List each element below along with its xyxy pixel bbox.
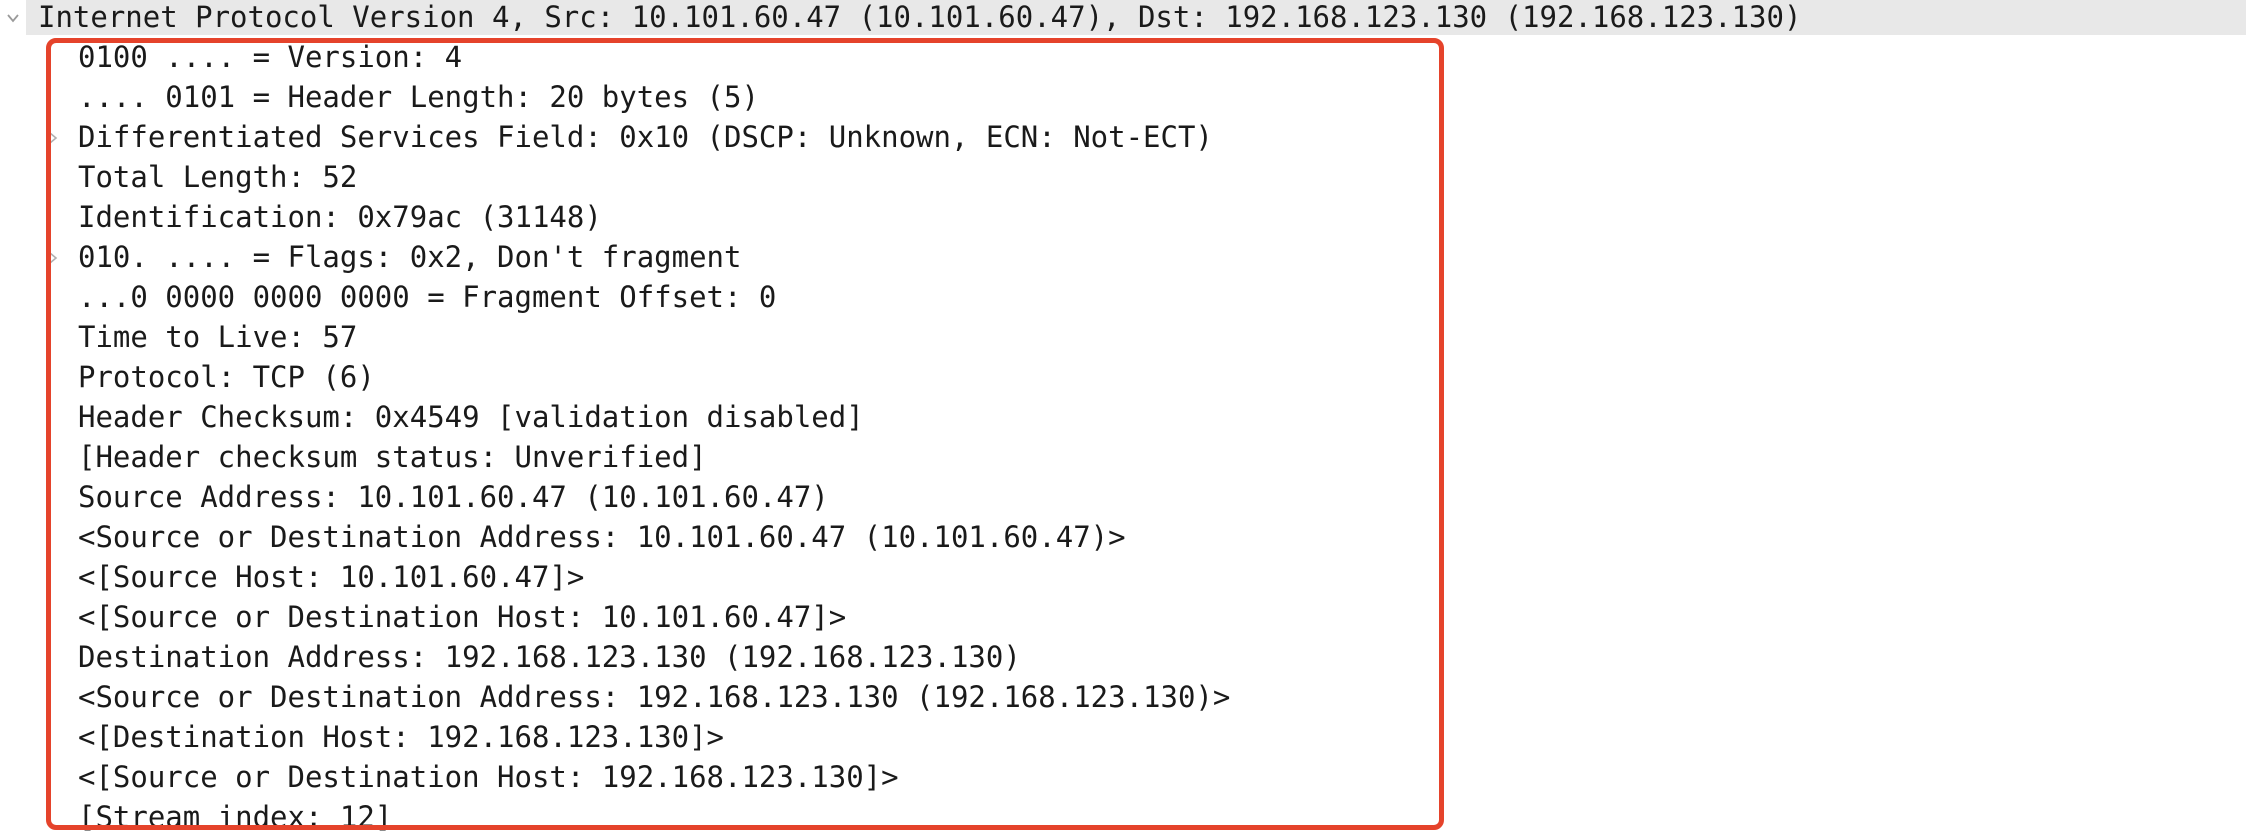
tree-field-row[interactable]: Total Length: 52 (0, 160, 2246, 200)
tree-field-label: Identification: 0x79ac (31148) (78, 200, 602, 234)
tree-field-label: <[Source or Destination Host: 192.168.12… (78, 760, 899, 794)
tree-field-label: <[Source or Destination Host: 10.101.60.… (78, 600, 847, 634)
tree-field-label: Protocol: TCP (6) (78, 360, 375, 394)
tree-field-row[interactable]: <[Source or Destination Host: 192.168.12… (0, 760, 2246, 800)
tree-field-row[interactable]: 0100 .... = Version: 4 (0, 40, 2246, 80)
tree-field-row[interactable]: .... 0101 = Header Length: 20 bytes (5) (0, 80, 2246, 120)
tree-field-row[interactable]: <Source or Destination Address: 192.168.… (0, 680, 2246, 720)
chevron-right-icon[interactable] (46, 249, 60, 267)
tree-field-row[interactable]: Header Checksum: 0x4549 [validation disa… (0, 400, 2246, 440)
tree-field-label: ...0 0000 0000 0000 = Fragment Offset: 0 (78, 280, 777, 314)
tree-field-label: <[Destination Host: 192.168.123.130]> (78, 720, 725, 754)
chevron-down-icon[interactable] (0, 0, 26, 35)
ipv4-field-list: 0100 .... = Version: 4 .... 0101 = Header… (0, 40, 2246, 840)
tree-field-label: .... 0101 = Header Length: 20 bytes (5) (78, 80, 759, 114)
tree-field-row[interactable]: <Source or Destination Address: 10.101.6… (0, 520, 2246, 560)
tree-field-label: Time to Live: 57 (78, 320, 358, 354)
tree-field-label: 0100 .... = Version: 4 (78, 40, 463, 74)
tree-field-row[interactable]: [Stream index: 12] (0, 800, 2246, 840)
tree-field-row[interactable]: <[Source or Destination Host: 10.101.60.… (0, 600, 2246, 640)
tree-field-row[interactable]: Identification: 0x79ac (31148) (0, 200, 2246, 240)
tree-field-row[interactable]: Time to Live: 57 (0, 320, 2246, 360)
tree-field-label: <[Source Host: 10.101.60.47]> (78, 560, 585, 594)
tree-field-row[interactable]: 010. .... = Flags: 0x2, Don't fragment (0, 240, 2246, 280)
tree-field-label: [Stream index: 12] (78, 800, 393, 834)
ipv4-header-row[interactable]: Internet Protocol Version 4, Src: 10.101… (26, 0, 2246, 35)
tree-field-label: 010. .... = Flags: 0x2, Don't fragment (78, 240, 742, 274)
tree-field-row[interactable]: Source Address: 10.101.60.47 (10.101.60.… (0, 480, 2246, 520)
chevron-right-icon[interactable] (46, 129, 60, 147)
tree-field-row[interactable]: <[Destination Host: 192.168.123.130]> (0, 720, 2246, 760)
tree-field-label: <Source or Destination Address: 192.168.… (78, 680, 1231, 714)
tree-field-label: <Source or Destination Address: 10.101.6… (78, 520, 1126, 554)
tree-field-label: [Header checksum status: Unverified] (78, 440, 707, 474)
tree-field-row[interactable]: [Header checksum status: Unverified] (0, 440, 2246, 480)
tree-field-row[interactable]: Differentiated Services Field: 0x10 (DSC… (0, 120, 2246, 160)
tree-field-label: Header Checksum: 0x4549 [validation disa… (78, 400, 864, 434)
tree-field-label: Source Address: 10.101.60.47 (10.101.60.… (78, 480, 829, 514)
tree-field-label: Total Length: 52 (78, 160, 358, 194)
tree-field-row[interactable]: ...0 0000 0000 0000 = Fragment Offset: 0 (0, 280, 2246, 320)
tree-field-row[interactable]: <[Source Host: 10.101.60.47]> (0, 560, 2246, 600)
tree-field-row[interactable]: Protocol: TCP (6) (0, 360, 2246, 400)
tree-field-label: Differentiated Services Field: 0x10 (DSC… (78, 120, 1213, 154)
tree-field-label: Destination Address: 192.168.123.130 (19… (78, 640, 1021, 674)
tree-field-row[interactable]: Destination Address: 192.168.123.130 (19… (0, 640, 2246, 680)
